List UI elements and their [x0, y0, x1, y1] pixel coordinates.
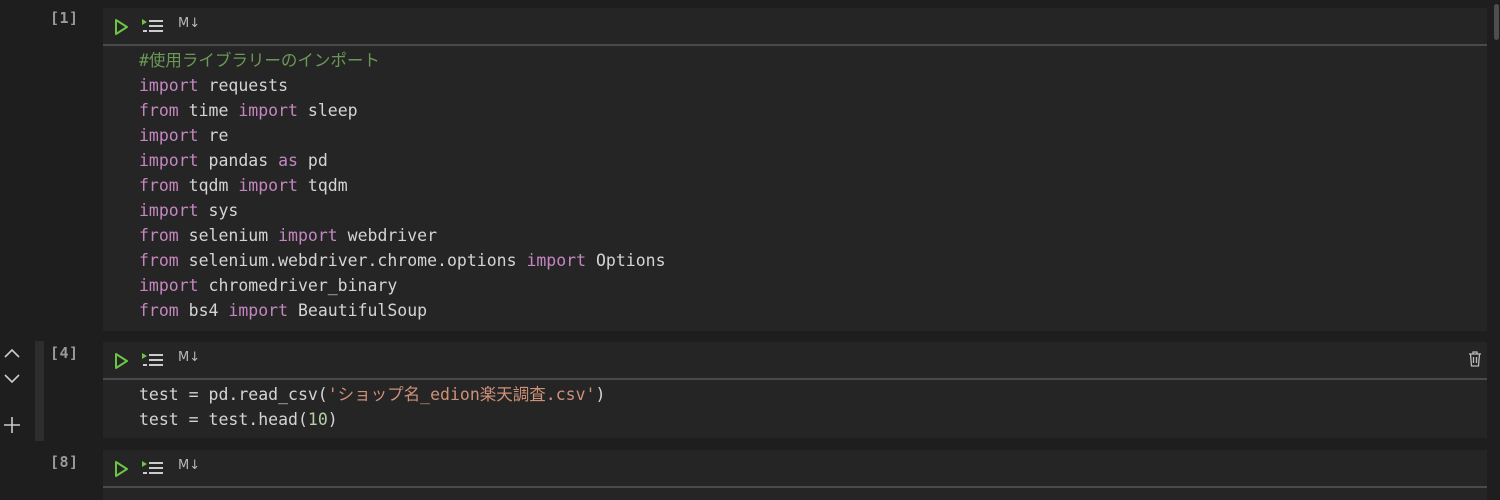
- code-token: from: [139, 101, 179, 120]
- code-token: import: [139, 276, 199, 295]
- play-icon[interactable]: [113, 18, 129, 36]
- code-line: test = pd.read_csv('ショップ名_edion楽天調査.csv'…: [139, 382, 605, 407]
- trash-icon[interactable]: [1467, 350, 1483, 368]
- code-token: requests: [198, 76, 289, 95]
- code-token: re: [198, 126, 229, 145]
- execution-count: [1]: [50, 9, 79, 27]
- play-icon[interactable]: [113, 460, 129, 478]
- code-line: import pandas as pd: [139, 148, 666, 173]
- code-token: test = pd.read_csv(: [139, 385, 328, 404]
- markdown-toggle-button[interactable]: M↓: [178, 458, 200, 473]
- code-token: import: [139, 201, 199, 220]
- code-token: from: [139, 176, 179, 195]
- code-line: from bs4 import BeautifulSoup: [139, 298, 666, 323]
- play-icon[interactable]: [113, 352, 129, 370]
- code-token: bs4: [178, 301, 229, 320]
- editor-divider: [103, 378, 1487, 380]
- markdown-toggle-button[interactable]: M↓: [178, 16, 200, 31]
- chevron-down-icon[interactable]: [3, 372, 21, 386]
- code-token: from: [139, 251, 179, 270]
- code-token: 10: [307, 410, 328, 429]
- code-token: tqdm: [297, 176, 348, 195]
- code-token: from: [139, 301, 179, 320]
- code-token: sys: [198, 201, 239, 220]
- code-line: import re: [139, 123, 666, 148]
- run-below-icon[interactable]: [141, 17, 165, 35]
- code-token: import: [139, 151, 199, 170]
- run-below-icon[interactable]: [141, 459, 165, 477]
- code-token: sleep: [297, 101, 358, 120]
- code-token: BeautifulSoup: [288, 301, 428, 320]
- active-cell-indicator: [35, 341, 44, 441]
- code-line: from selenium import webdriver: [139, 223, 666, 248]
- code-token: pandas: [198, 151, 279, 170]
- code-token: selenium.webdriver.chrome.options: [178, 251, 527, 270]
- editor-divider: [103, 44, 1487, 46]
- code-line: #使用ライブラリーのインポート: [139, 48, 666, 73]
- code-line: test = test.head(10): [139, 407, 605, 432]
- scrollbar-track[interactable]: [1493, 0, 1500, 500]
- code-token: import: [526, 251, 587, 270]
- code-token: chromedriver_binary: [198, 276, 398, 295]
- code-line: import sys: [139, 198, 666, 223]
- code-editor[interactable]: test = pd.read_csv('ショップ名_edion楽天調査.csv'…: [139, 382, 605, 432]
- cell-editor-frame[interactable]: M↓ #使用ライブラリーのインポート import requests from ti…: [103, 8, 1487, 331]
- cell-editor-frame[interactable]: M↓ test = pd.read_csv('ショップ名_edion楽天調査.c…: [103, 342, 1487, 438]
- code-token: selenium: [178, 226, 279, 245]
- code-line: import requests: [139, 73, 666, 98]
- run-below-icon[interactable]: [141, 351, 165, 369]
- code-token: ): [595, 385, 606, 404]
- code-token: pd: [297, 151, 328, 170]
- execution-count: [4]: [50, 344, 79, 362]
- code-token: time: [178, 101, 239, 120]
- code-token: import: [139, 76, 199, 95]
- code-token: webdriver: [337, 226, 438, 245]
- code-line: from time import sleep: [139, 98, 666, 123]
- execution-count: [8]: [50, 453, 79, 471]
- cell-toolbar: M↓: [103, 450, 1487, 486]
- code-token: import: [238, 176, 298, 195]
- markdown-toggle-button[interactable]: M↓: [178, 350, 200, 365]
- code-token: #使用ライブラリーのインポート: [139, 51, 380, 70]
- code-token: 'ショップ名_edion楽天調査.csv': [327, 385, 596, 404]
- code-token: from: [139, 226, 179, 245]
- code-line: from selenium.webdriver.chrome.options i…: [139, 248, 666, 273]
- code-token: Options: [586, 251, 666, 270]
- cell-editor-frame[interactable]: M↓: [103, 450, 1487, 500]
- code-line: import chromedriver_binary: [139, 273, 666, 298]
- code-token: tqdm: [178, 176, 239, 195]
- editor-divider: [103, 486, 1487, 488]
- code-token: test = test.head(: [139, 410, 308, 429]
- code-token: as: [278, 151, 298, 170]
- code-line: from tqdm import tqdm: [139, 173, 666, 198]
- plus-icon[interactable]: [3, 416, 21, 434]
- code-token: import: [278, 226, 338, 245]
- code-editor[interactable]: #使用ライブラリーのインポート import requests from time …: [139, 48, 666, 323]
- code-token: import: [228, 301, 289, 320]
- code-token: ): [327, 410, 338, 429]
- cell-toolbar: M↓: [103, 342, 1487, 378]
- code-token: import: [238, 101, 298, 120]
- code-token: import: [139, 126, 199, 145]
- cell-toolbar: M↓: [103, 8, 1487, 44]
- chevron-up-icon[interactable]: [3, 346, 21, 360]
- scrollbar-thumb[interactable]: [1494, 4, 1499, 40]
